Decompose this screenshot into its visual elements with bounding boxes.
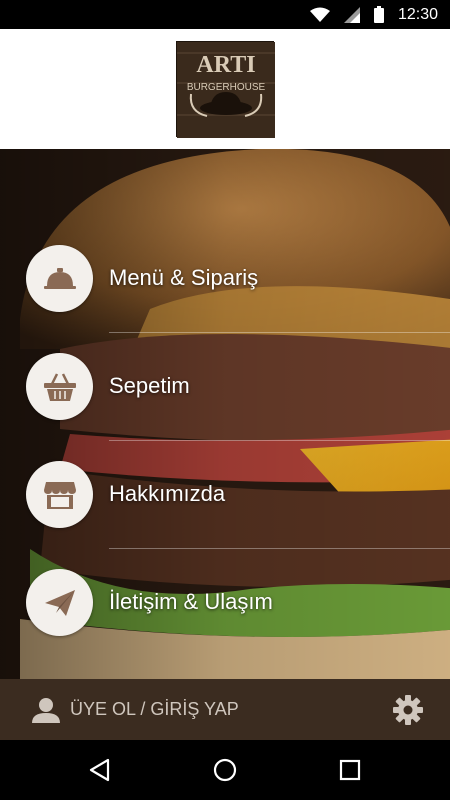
brand-logo[interactable]: ARTI BURGERHOUSE [176,41,275,138]
home-circle-icon [213,758,237,782]
paper-plane-icon [44,589,75,616]
system-nav-bar [0,740,450,800]
menu-item-icon-circle [26,245,93,312]
battery-icon [373,6,384,23]
menu-item-icon-circle [26,461,93,528]
login-register-button[interactable]: ÜYE OL / GİRİŞ YAP [32,679,239,740]
cellular-signal-icon [343,6,360,23]
wifi-icon [309,7,330,22]
menu-item-cart[interactable]: Sepetim [0,333,450,441]
menu-item-contact[interactable]: İletişim & Ulaşım [0,549,450,657]
svg-text:ARTI: ARTI [196,52,255,78]
status-bar: 12:30 [0,0,450,29]
menu-item-label: İletişim & Ulaşım [109,589,273,614]
status-time: 12:30 [397,5,438,23]
basket-icon [43,372,76,401]
menu-item-label: Sepetim [109,373,190,398]
back-button[interactable] [84,755,114,785]
menu-item-icon-circle [26,353,93,420]
storefront-icon [43,481,76,509]
footer-bar: ÜYE OL / GİRİŞ YAP [0,679,450,740]
app-header: ARTI BURGERHOUSE [0,29,450,149]
hero-background: Menü & Sipariş Sepetim Hakkımızda İletiş… [0,149,450,679]
svg-text:BURGERHOUSE: BURGERHOUSE [187,82,266,93]
menu-item-order[interactable]: Menü & Sipariş [0,225,450,333]
menu-item-icon-circle [26,569,93,636]
recents-button[interactable] [335,755,365,785]
status-icons: 12:30 [309,0,438,29]
login-label: ÜYE OL / GİRİŞ YAP [70,699,239,719]
gear-icon[interactable] [392,694,424,726]
recents-square-icon [339,759,361,781]
menu-item-label: Menü & Sipariş [109,265,259,290]
cloche-icon [43,267,76,289]
menu-item-about[interactable]: Hakkımızda [0,441,450,549]
menu-item-label: Hakkımızda [109,481,226,506]
home-button[interactable] [210,755,240,785]
user-icon [32,697,60,723]
logo-artwork: ARTI BURGERHOUSE [177,42,275,138]
back-triangle-icon [89,758,110,782]
